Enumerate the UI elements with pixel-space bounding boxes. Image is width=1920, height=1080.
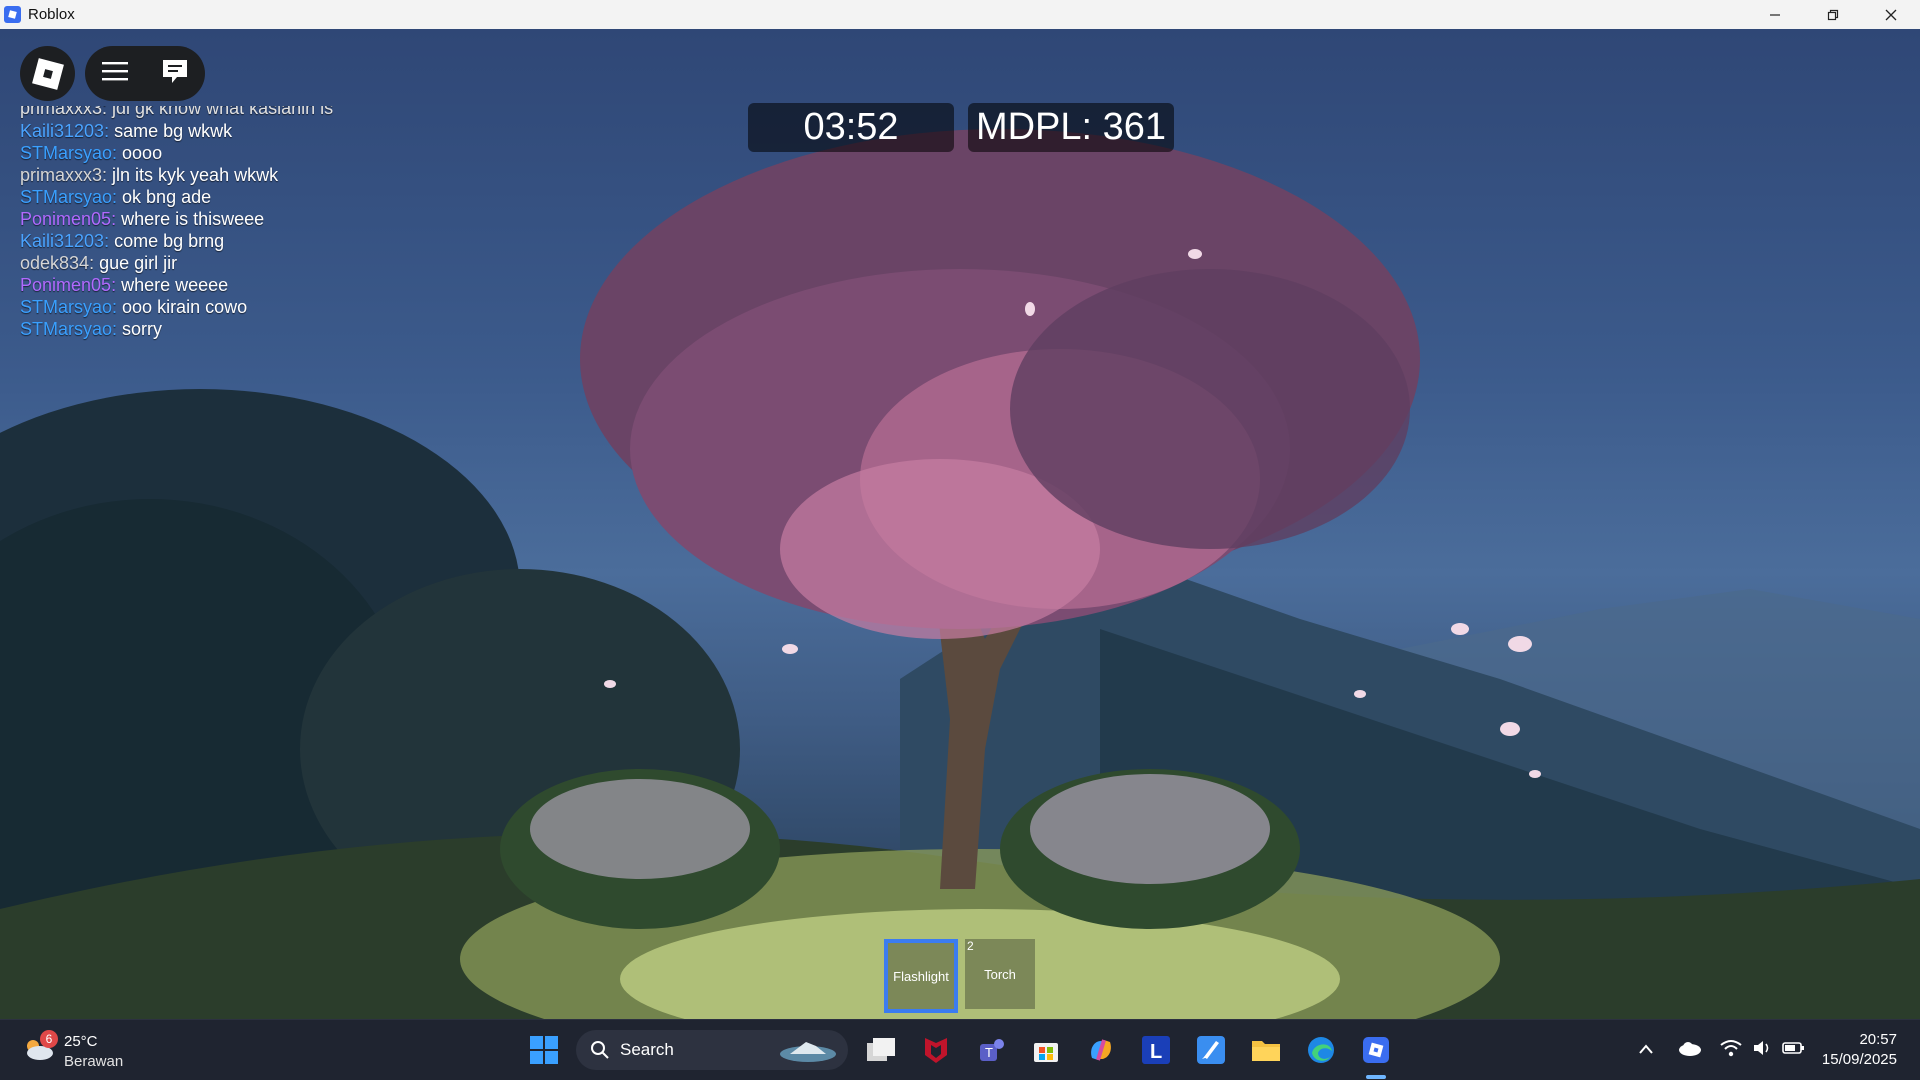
- chat-username[interactable]: Kaili31203:: [20, 231, 109, 251]
- chat-text: where is thisweee: [121, 209, 265, 229]
- hotbar-slot-label: Flashlight: [893, 968, 949, 984]
- active-app-indicator: [1366, 1075, 1386, 1079]
- chat-message: Ponimen05: where is thisweee: [20, 208, 380, 230]
- weather-condition: Berawan: [64, 1053, 124, 1070]
- chat-message: STMarsyao: oooo: [20, 142, 380, 164]
- chat-text: oooo: [122, 143, 163, 163]
- chat-username[interactable]: primaxxx3:: [20, 165, 107, 185]
- chat-message: primaxxx3: jln its kyk yeah wkwk: [20, 164, 380, 186]
- hotbar-slot-flashlight[interactable]: Flashlight: [884, 939, 958, 1013]
- copilot-icon[interactable]: [1084, 1033, 1118, 1067]
- window-title: Roblox: [28, 6, 75, 23]
- store-icon[interactable]: [1029, 1033, 1063, 1067]
- chat-message: odek834: gue girl jir: [20, 252, 380, 274]
- chat-icon[interactable]: [161, 57, 189, 90]
- teams-icon[interactable]: T: [974, 1033, 1008, 1067]
- vscode-like-icon[interactable]: [1194, 1033, 1228, 1067]
- chat-message: STMarsyao: sorry: [20, 318, 380, 340]
- search-highlight-icon: [780, 1042, 836, 1062]
- volume-icon[interactable]: [1752, 1039, 1772, 1062]
- weather-temperature: 25°C: [64, 1033, 98, 1050]
- roblox-taskbar-icon[interactable]: [1359, 1033, 1393, 1067]
- chat-message: Kaili31203: same bg wkwk: [20, 120, 380, 142]
- chat-username[interactable]: STMarsyao:: [20, 319, 117, 339]
- roblox-logo-icon: [31, 57, 64, 90]
- roblox-menu-button[interactable]: [20, 46, 75, 101]
- chat-message: STMarsyao: ok bng ade: [20, 186, 380, 208]
- chat-text: same bg wkwk: [114, 121, 233, 141]
- task-view-icon[interactable]: [864, 1033, 898, 1067]
- chat-message: Kaili31203: come bg brng: [20, 230, 380, 252]
- chat-username[interactable]: STMarsyao:: [20, 143, 117, 163]
- chat-text: ok bng ade: [122, 187, 212, 207]
- timer-display: 03:52: [748, 103, 954, 152]
- taskbar-clock[interactable]: 20:57 15/09/2025: [1822, 1030, 1897, 1070]
- weather-widget[interactable]: 6 25°C Berawan: [22, 1030, 152, 1074]
- wifi-icon[interactable]: [1720, 1039, 1742, 1062]
- svg-text:L: L: [1150, 1041, 1162, 1063]
- roblox-app-icon: [4, 6, 21, 23]
- chat-username[interactable]: Ponimen05:: [20, 275, 116, 295]
- hotbar-slot-number: 2: [967, 939, 974, 953]
- svg-text:T: T: [985, 1045, 993, 1060]
- taskbar-search-box[interactable]: Search: [576, 1030, 848, 1070]
- hotbar-slot-label: Torch: [984, 966, 1016, 982]
- onedrive-icon[interactable]: [1678, 1040, 1702, 1061]
- chat-log: primaxxx3: jdi gk know what kasianin is …: [20, 106, 380, 340]
- chat-text: come bg brng: [114, 231, 225, 251]
- chat-text: where weeee: [121, 275, 229, 295]
- chat-clipped-line: primaxxx3: jdi gk know what kasianin is: [20, 106, 334, 118]
- mdpl-counter: MDPL: 361: [968, 103, 1174, 152]
- chat-text: sorry: [122, 319, 163, 339]
- system-tray: [1638, 1020, 1806, 1080]
- chat-username[interactable]: STMarsyao:: [20, 297, 117, 317]
- clock-time: 20:57: [1859, 1031, 1897, 1048]
- file-explorer-icon[interactable]: [1249, 1033, 1283, 1067]
- hotbar-slot-torch[interactable]: 2 Torch: [965, 939, 1035, 1009]
- hamburger-icon[interactable]: [101, 60, 128, 87]
- chat-username[interactable]: Kaili31203:: [20, 121, 109, 141]
- search-label: Search: [620, 1040, 674, 1059]
- chat-text: ooo kirain cowo: [122, 297, 248, 317]
- close-icon[interactable]: [1862, 0, 1920, 29]
- windows-taskbar: 6 25°C Berawan Search T L 20:57 15/09/20…: [0, 1019, 1920, 1080]
- search-icon: [591, 1041, 609, 1059]
- chat-message: Ponimen05: where weeee: [20, 274, 380, 296]
- mcafee-icon[interactable]: [919, 1033, 953, 1067]
- minimize-icon[interactable]: [1746, 0, 1804, 29]
- clock-date: 15/09/2025: [1821, 1051, 1897, 1068]
- chat-username[interactable]: STMarsyao:: [20, 187, 117, 207]
- chat-username[interactable]: odek834:: [20, 253, 94, 273]
- hud-button-group: [85, 46, 205, 101]
- battery-icon[interactable]: [1782, 1039, 1806, 1062]
- screen: Roblox primaxxx3: jdi gk know what kasia…: [0, 0, 1920, 1080]
- restore-icon[interactable]: [1804, 0, 1862, 29]
- chat-username[interactable]: Ponimen05:: [20, 209, 116, 229]
- edge-icon[interactable]: [1304, 1033, 1338, 1067]
- windows-start-icon[interactable]: [527, 1033, 561, 1067]
- window-controls: [1746, 0, 1920, 29]
- chat-text: jln its kyk yeah wkwk: [112, 165, 279, 185]
- weather-alert-badge: 6: [40, 1030, 58, 1048]
- chat-message: STMarsyao: ooo kirain cowo: [20, 296, 380, 318]
- window-title-bar[interactable]: Roblox: [0, 0, 1920, 30]
- chevron-up-icon[interactable]: [1638, 1042, 1654, 1060]
- l-app-icon[interactable]: L: [1139, 1033, 1173, 1067]
- chat-text: gue girl jir: [99, 253, 178, 273]
